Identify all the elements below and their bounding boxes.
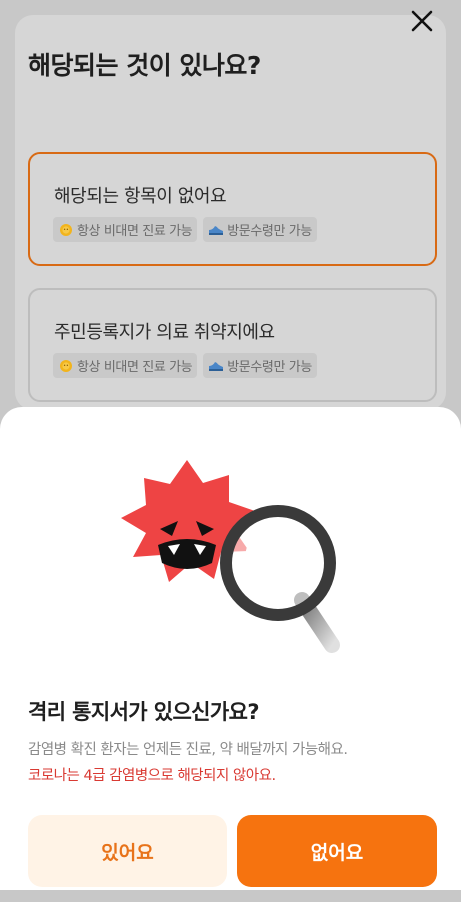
tag-pickup-only: 방문수령만 가능 (203, 217, 317, 242)
tag-label: 항상 비대면 진료 가능 (77, 360, 193, 375)
yes-button[interactable]: 있어요 (28, 815, 227, 887)
option-medically-underserved-area[interactable]: 주민등록지가 의료 취약지에요 항상 비대면 진료 가능 방문수령만 가능 (28, 288, 437, 402)
tag-always-remote: 항상 비대면 진료 가능 (53, 217, 198, 242)
tag-label: 방문수령만 가능 (227, 360, 312, 375)
virus-magnifier-illustration (121, 460, 340, 653)
no-button[interactable]: 없어요 (237, 815, 437, 887)
bottom-safe-area (0, 890, 461, 902)
shoe-icon (208, 359, 224, 373)
tag-pickup-only: 방문수령만 가능 (203, 353, 317, 378)
sun-icon (58, 223, 74, 237)
sheet-warning: 코로나는 4급 감염병으로 해당되지 않아요. (28, 768, 276, 784)
page-title: 해당되는 것이 있나요? (28, 51, 261, 80)
tag-label: 방문수령만 가능 (227, 224, 312, 239)
close-icon (411, 10, 433, 32)
option-title: 주민등록지가 의료 취약지에요 (54, 322, 275, 343)
tag-always-remote: 항상 비대면 진료 가능 (53, 353, 198, 378)
sun-icon (58, 359, 74, 373)
option-title: 해당되는 항목이 없어요 (54, 186, 227, 207)
sheet-title: 격리 통지서가 있으신가요? (28, 700, 260, 724)
shoe-icon (208, 223, 224, 237)
option-no-applicable-item[interactable]: 해당되는 항목이 없어요 항상 비대면 진료 가능 방문수령만 가능 (28, 152, 437, 266)
close-button[interactable] (405, 4, 439, 38)
sheet-description: 감염병 확진 환자는 언제든 진료, 약 배달까지 가능해요. (28, 742, 348, 758)
tag-label: 항상 비대면 진료 가능 (77, 224, 193, 239)
bottom-sheet: 격리 통지서가 있으신가요? 감염병 확진 환자는 언제든 진료, 약 배달까지… (0, 407, 461, 890)
option-tags: 항상 비대면 진료 가능 방문수령만 가능 (53, 217, 317, 242)
option-tags: 항상 비대면 진료 가능 방문수령만 가능 (53, 353, 317, 378)
